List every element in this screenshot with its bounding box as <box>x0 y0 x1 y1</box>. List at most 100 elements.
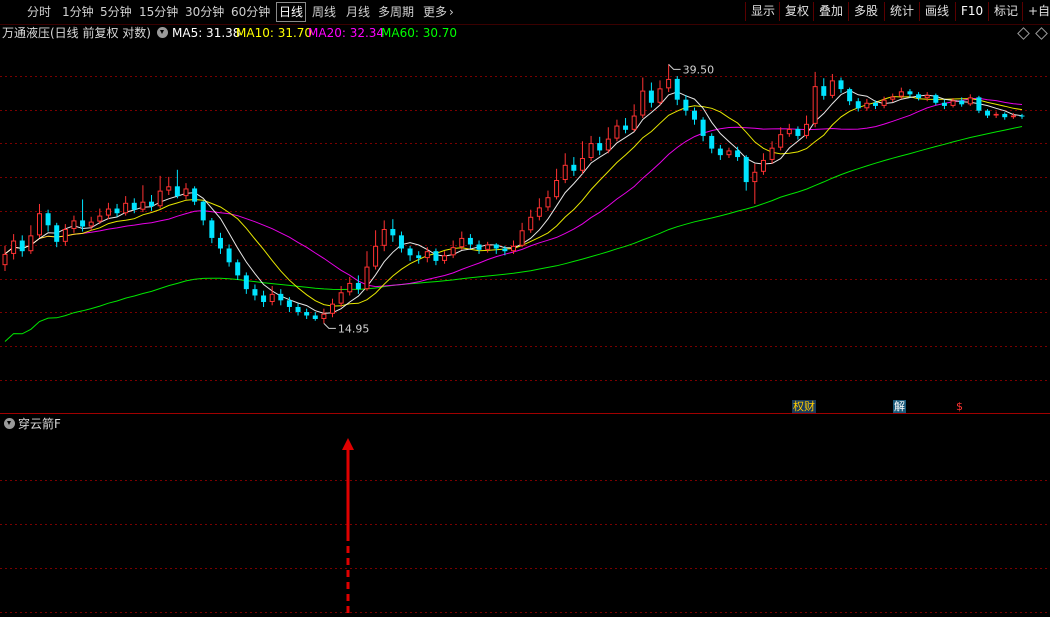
candle <box>1002 112 1008 120</box>
candle-body <box>459 237 465 248</box>
chevron-down-icon[interactable] <box>4 418 15 429</box>
candle-body <box>19 240 25 252</box>
candle <box>11 234 17 260</box>
chart-info-line: 万通液压(日线 前复权 对数) MA5: 31.38 MA10: 31.70 M… <box>0 25 1050 41</box>
candle <box>36 203 42 238</box>
candle-body <box>381 229 387 246</box>
candle-body <box>252 289 258 296</box>
candle <box>398 231 404 253</box>
candle-body <box>330 303 336 314</box>
candle-body <box>485 244 491 250</box>
f10-button[interactable]: F10 <box>955 2 983 21</box>
candle-body <box>812 86 818 124</box>
candle <box>890 93 896 102</box>
period-tab-monthly[interactable]: 月线 <box>346 3 370 21</box>
indicator-chart[interactable] <box>0 414 1050 617</box>
candle-body <box>881 99 887 106</box>
fuquan-button[interactable]: 复权 <box>779 2 809 21</box>
event-marker-unlock[interactable]: 解 <box>893 400 906 413</box>
low-price-label: 14.95 <box>338 322 370 335</box>
candle-body <box>88 221 94 227</box>
candle <box>476 240 482 254</box>
candle-body <box>933 95 939 103</box>
candle <box>804 115 810 139</box>
chevron-down-icon[interactable] <box>157 27 168 38</box>
candle-body <box>959 100 965 105</box>
candle <box>355 275 361 294</box>
candle-body <box>864 102 870 109</box>
period-toolbar: 分时 1分钟 5分钟 15分钟 30分钟 60分钟 日线 周线 月线 多周期 更… <box>0 0 1050 25</box>
candle <box>114 203 120 217</box>
candle <box>217 232 223 254</box>
statistics-button[interactable]: 统计 <box>884 2 914 21</box>
candle-body <box>691 110 697 120</box>
kline-chart[interactable]: 39.50 14.95 <box>0 42 1050 413</box>
ma60-legend: MA60: 30.70 <box>381 26 458 40</box>
candle <box>295 303 301 316</box>
period-tab-15min[interactable]: 15分钟 <box>139 3 178 21</box>
candle-body <box>364 266 370 290</box>
candle-body <box>648 90 654 103</box>
draw-line-button[interactable]: 画线 <box>919 2 949 21</box>
candle-body <box>640 90 646 116</box>
overlay-button[interactable]: 叠加 <box>813 2 843 21</box>
candle <box>967 94 973 106</box>
mark-button[interactable]: 标记 <box>988 2 1018 21</box>
candle-body <box>829 80 835 96</box>
candle <box>847 87 853 106</box>
candle <box>105 202 111 220</box>
period-tab-multi[interactable]: 多周期 <box>378 3 414 21</box>
add-watchlist-button[interactable]: +自选 <box>1022 2 1050 21</box>
ma5-line <box>4 89 1023 314</box>
candle <box>614 119 620 142</box>
candle <box>786 123 792 137</box>
candle <box>924 92 930 102</box>
candle <box>149 194 155 211</box>
candle-body <box>398 235 404 249</box>
period-tab-weekly[interactable]: 周线 <box>312 3 336 21</box>
candle <box>304 308 310 319</box>
period-tab-1min[interactable]: 1分钟 <box>62 3 94 21</box>
indicator-label: 穿云箭F <box>4 416 61 432</box>
chevron-right-icon: › <box>449 5 454 19</box>
more-periods-button[interactable]: 更多 › <box>423 3 454 21</box>
candle-body <box>97 215 103 222</box>
candle <box>648 82 654 108</box>
candle <box>278 289 284 306</box>
event-marker-dollar[interactable]: $ <box>955 400 964 413</box>
period-tab-5min[interactable]: 5分钟 <box>100 3 132 21</box>
candle-body <box>450 247 456 256</box>
candle <box>536 198 542 221</box>
candle-body <box>166 186 172 191</box>
candle-body <box>657 88 663 103</box>
period-tab-daily[interactable]: 日线 <box>276 2 307 22</box>
candle <box>493 243 499 254</box>
candle-body <box>476 244 482 250</box>
candle-body <box>907 91 913 95</box>
candle-body <box>872 102 878 106</box>
candle-body <box>898 91 904 97</box>
candle <box>183 183 189 200</box>
candle-body <box>140 201 146 210</box>
multi-stock-button[interactable]: 多股 <box>848 2 878 21</box>
period-tab-fenshi[interactable]: 分时 <box>27 3 51 21</box>
candle-body <box>11 240 17 254</box>
candle <box>243 272 249 294</box>
candle <box>743 155 749 191</box>
candle <box>605 127 611 154</box>
candle-body <box>735 150 741 158</box>
period-tab-60min[interactable]: 60分钟 <box>231 3 270 21</box>
candle-body <box>562 164 568 180</box>
display-button[interactable]: 显示 <box>745 2 775 21</box>
period-tab-30min[interactable]: 30分钟 <box>185 3 224 21</box>
candle <box>131 198 137 214</box>
candle-body <box>243 275 249 290</box>
candle <box>933 93 939 106</box>
candle <box>1019 113 1025 119</box>
candle-body <box>666 78 672 89</box>
candle-body <box>941 102 947 106</box>
candle <box>760 153 766 175</box>
candle-body <box>709 135 715 149</box>
event-marker-finance[interactable]: 权财 <box>792 400 816 413</box>
candle-body <box>795 128 801 136</box>
